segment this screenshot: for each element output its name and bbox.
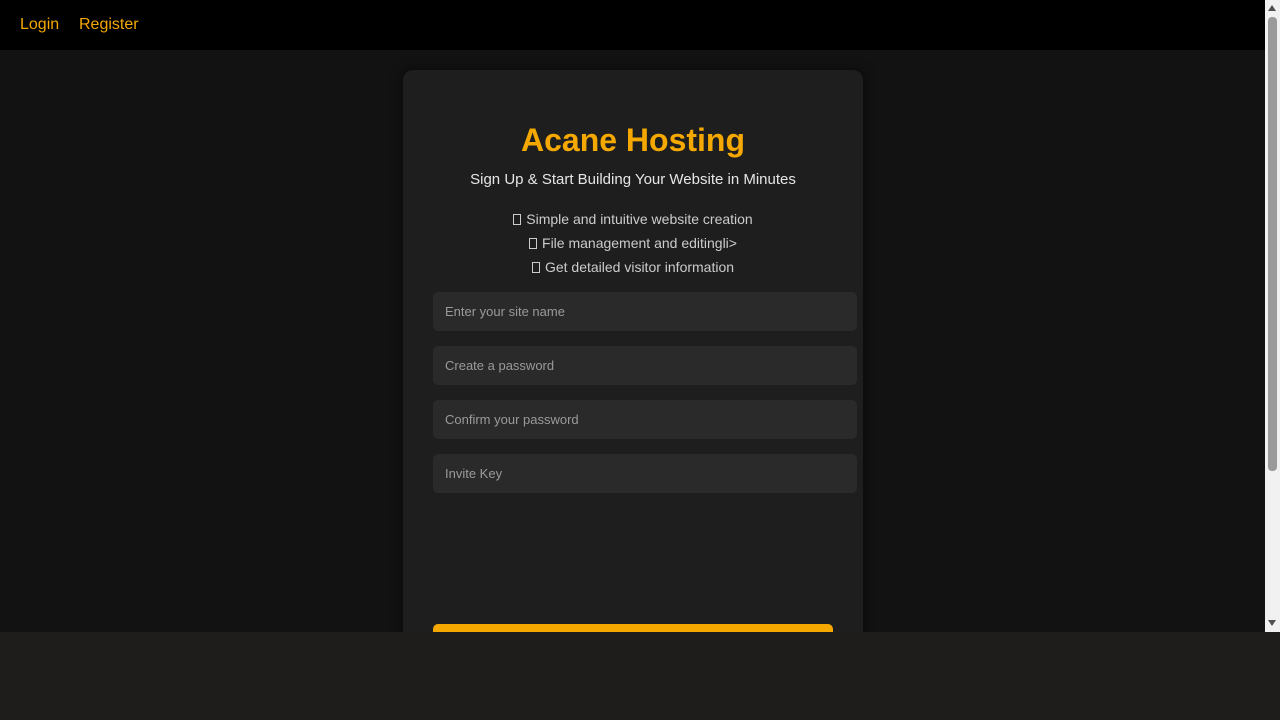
scrollbar-thumb[interactable] [1268, 17, 1277, 471]
missing-glyph-icon [531, 262, 540, 273]
missing-glyph-icon [513, 214, 522, 225]
confirm-password-input[interactable] [433, 400, 857, 439]
feature-text: Get detailed visitor information [544, 259, 735, 275]
feature-list: Simple and intuitive website creation Fi… [403, 207, 863, 279]
invite-key-input[interactable] [433, 454, 857, 493]
register-submit-button[interactable] [433, 624, 833, 632]
feature-item: File management and editingli> [403, 231, 863, 255]
feature-item: Get detailed visitor information [403, 255, 863, 279]
nav-register-link[interactable]: Register [79, 15, 139, 34]
signup-tagline: Sign Up & Start Building Your Website in… [470, 171, 796, 188]
feature-item: Simple and intuitive website creation [403, 207, 863, 231]
brand-title: Acane Hosting [520, 122, 746, 158]
signup-card: Acane Hosting Sign Up & Start Building Y… [403, 70, 863, 632]
site-name-input[interactable] [433, 292, 857, 331]
password-input[interactable] [433, 346, 857, 385]
feature-text: Simple and intuitive website creation [526, 211, 753, 227]
nav-login-link[interactable]: Login [20, 15, 59, 34]
vertical-scrollbar[interactable] [1265, 0, 1280, 632]
scroll-down-arrow-icon[interactable] [1268, 620, 1276, 626]
missing-glyph-icon [529, 238, 538, 249]
scroll-up-arrow-icon[interactable] [1268, 5, 1276, 11]
top-navbar: Login Register [0, 0, 1265, 50]
feature-text: File management and editingli> [542, 235, 737, 251]
browser-viewport: Login Register Acane Hosting Sign Up & S… [0, 0, 1280, 632]
